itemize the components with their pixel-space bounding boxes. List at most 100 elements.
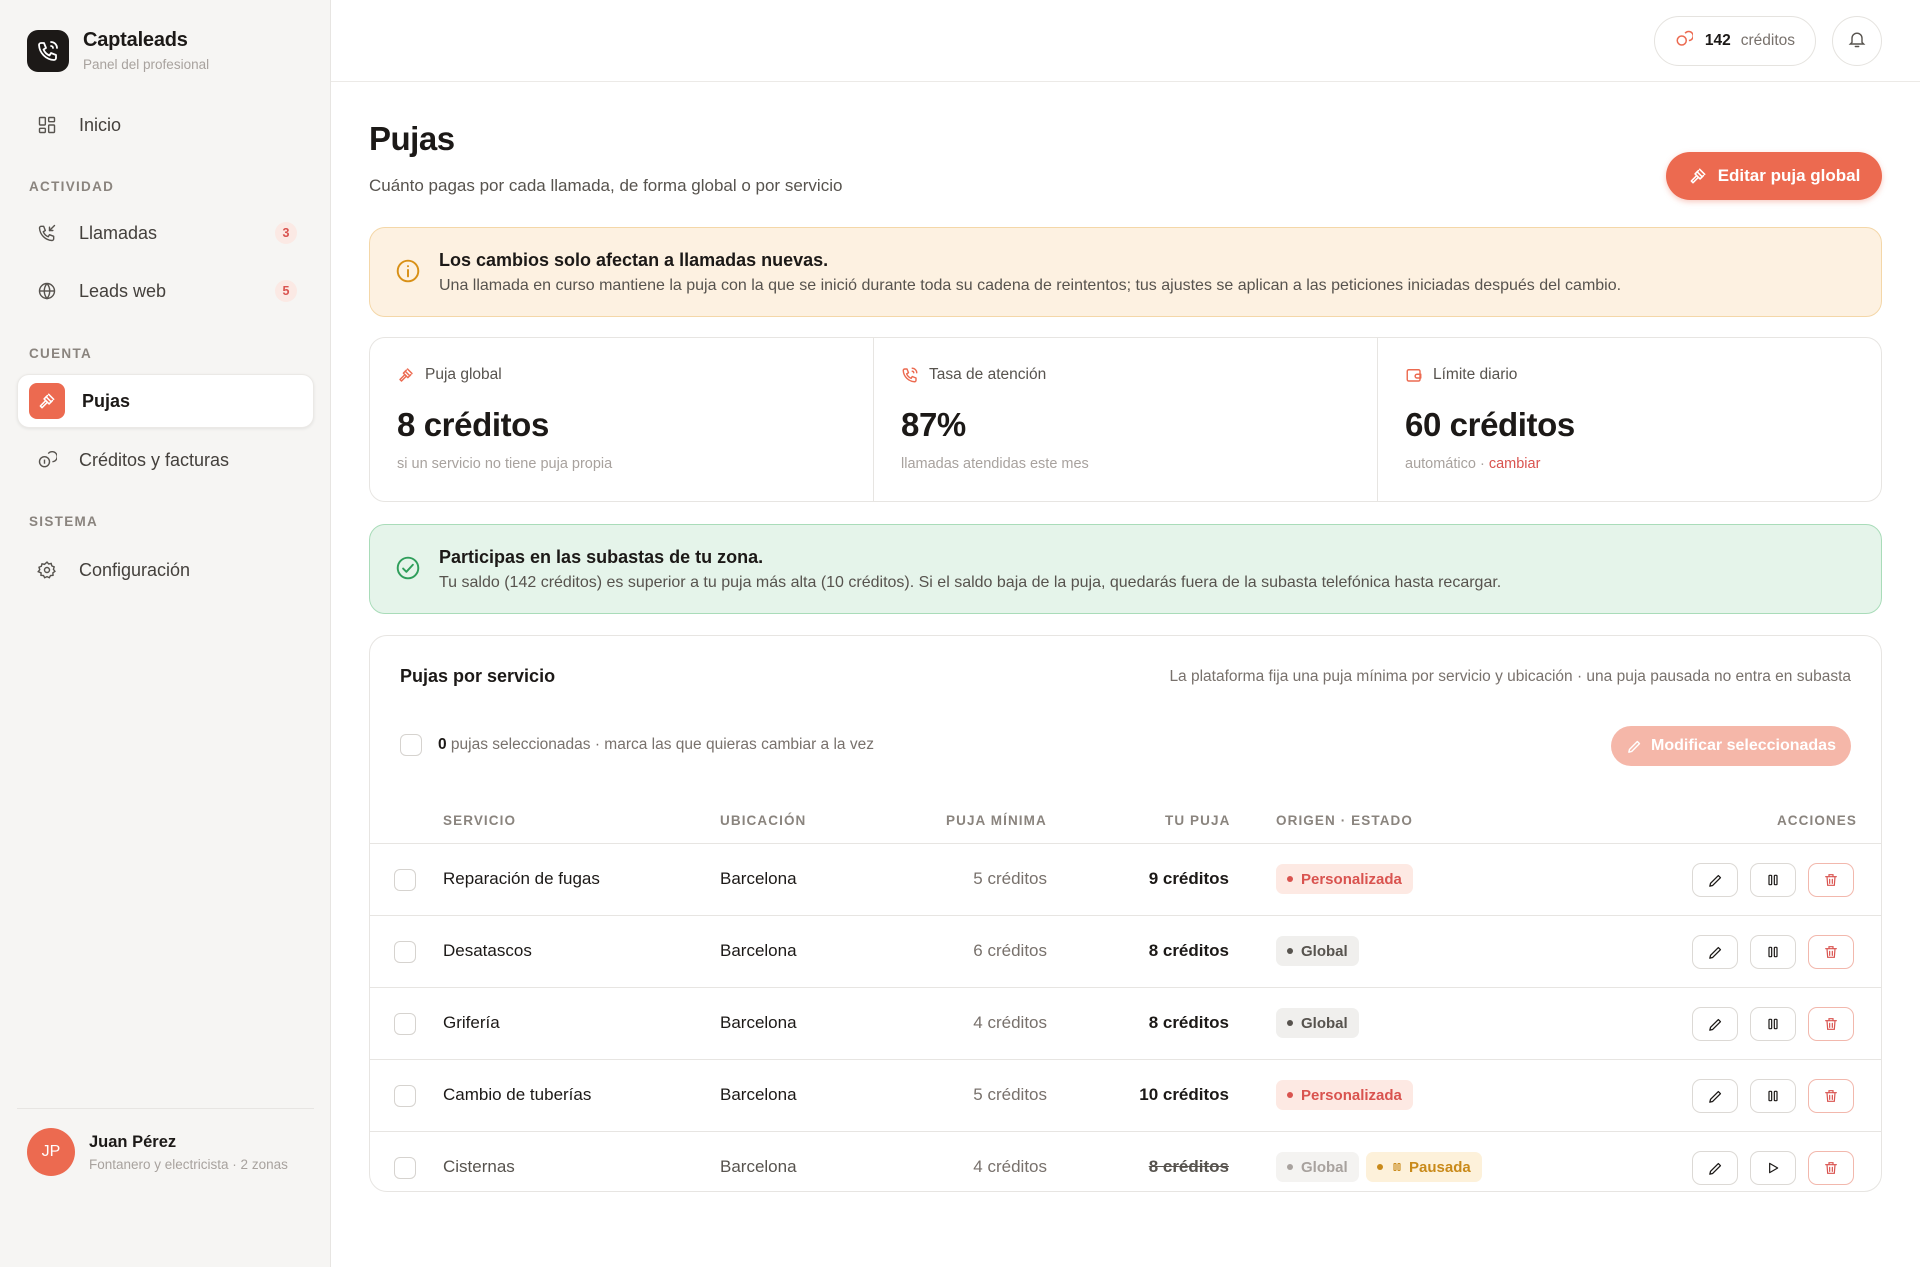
stat-foot: automático · cambiar (1405, 456, 1540, 472)
stat-global-bid: Puja global 8 créditos si un servicio no… (370, 338, 874, 501)
brand-subtitle: Panel del profesional (83, 57, 210, 72)
sidebar-item-web-leads[interactable]: Leads web 5 (17, 264, 314, 318)
stats-panel: Puja global 8 créditos si un servicio no… (369, 337, 1882, 502)
min-bid-cell: 5 créditos (973, 1085, 1047, 1104)
sidebar-item-label: Créditos y facturas (79, 449, 230, 470)
phone-icon (901, 366, 919, 384)
origin-badge: Global (1276, 1152, 1359, 1182)
sidebar-item-label: Inicio (79, 114, 122, 135)
stat-value: 8 créditos (397, 406, 549, 443)
bell-icon (1847, 29, 1867, 54)
delete-button[interactable] (1808, 863, 1854, 897)
success-body: Tu saldo (142 créditos) es superior a tu… (439, 574, 1502, 591)
row-checkbox[interactable] (394, 1013, 416, 1035)
trash-icon (1823, 944, 1839, 960)
trash-icon (1823, 1016, 1839, 1032)
pencil-icon (1707, 1160, 1724, 1177)
web-leads-count-badge: 5 (275, 280, 297, 302)
row-checkbox[interactable] (394, 1157, 416, 1179)
stat-value: 60 créditos (1405, 406, 1575, 443)
sidebar-item-label: Pujas (82, 390, 131, 411)
change-limit-link[interactable]: cambiar (1489, 456, 1541, 472)
pause-button[interactable] (1750, 1079, 1796, 1113)
table-row: Cambio de tuberías Barcelona 5 créditos … (370, 1060, 1881, 1132)
trash-icon (1823, 1160, 1839, 1176)
gavel-icon (29, 383, 65, 419)
warning-alert: Los cambios solo afectan a llamadas nuev… (369, 227, 1882, 317)
select-all-checkbox[interactable] (400, 734, 422, 756)
edit-button[interactable] (1692, 1079, 1738, 1113)
min-bid-cell: 4 créditos (973, 1157, 1047, 1176)
modify-selected-button[interactable]: Modificar seleccionadas (1611, 726, 1851, 766)
page-title: Pujas (369, 120, 455, 157)
pencil-icon (1707, 944, 1724, 961)
row-checkbox[interactable] (394, 869, 416, 891)
delete-button[interactable] (1808, 1007, 1854, 1041)
table-row: Cisternas Barcelona 4 créditos 8 crédito… (370, 1132, 1881, 1191)
origin-badge: Personalizada (1276, 1080, 1413, 1110)
your-bid-cell: 8 créditos (1148, 941, 1229, 960)
section-label-account: CUENTA (29, 346, 93, 361)
gear-icon (35, 558, 59, 582)
stat-value: 87% (901, 406, 966, 443)
gavel-icon (397, 366, 415, 384)
user-role: Fontanero y electricista · 2 zonas (89, 1156, 288, 1172)
grid-icon (35, 113, 59, 137)
edit-button[interactable] (1692, 1151, 1738, 1185)
column-header-actions: ACCIONES (1776, 813, 1857, 828)
edit-button[interactable] (1692, 863, 1738, 897)
sidebar-item-calls[interactable]: Llamadas 3 (17, 206, 314, 260)
min-bid-cell: 5 créditos (973, 869, 1047, 888)
pencil-icon (1707, 1088, 1724, 1105)
pause-button[interactable] (1750, 935, 1796, 969)
avatar: JP (27, 1128, 75, 1176)
sidebar-item-credits-invoices[interactable]: Créditos y facturas (17, 433, 314, 487)
origin-badge: Global (1276, 936, 1359, 966)
section-label-activity: ACTIVIDAD (29, 179, 115, 194)
selection-text: 0 pujas seleccionadas · marca las que qu… (438, 736, 874, 754)
delete-button[interactable] (1808, 1151, 1854, 1185)
column-header-your-bid: TU PUJA (1165, 813, 1231, 828)
your-bid-cell: 10 créditos (1139, 1085, 1229, 1104)
phone-incoming-icon (35, 221, 59, 245)
delete-button[interactable] (1808, 1079, 1854, 1113)
pause-button[interactable] (1750, 863, 1796, 897)
delete-button[interactable] (1808, 935, 1854, 969)
brand[interactable]: Captaleads Panel del profesional (27, 29, 209, 72)
pause-button[interactable] (1750, 1007, 1796, 1041)
stat-answer-rate: Tasa de atención 87% llamadas atendidas … (874, 338, 1378, 501)
sidebar-item-settings[interactable]: Configuración (17, 543, 314, 597)
edit-button[interactable] (1692, 935, 1738, 969)
page-subtitle: Cuánto pagas por cada llamada, de forma … (369, 176, 843, 195)
service-bids-card: Pujas por servicio La plataforma fija un… (369, 635, 1882, 1192)
sidebar-item-bids[interactable]: Pujas (17, 374, 314, 428)
card-title: Pujas por servicio (400, 666, 556, 686)
sidebar-item-label: Configuración (79, 559, 191, 580)
sidebar-item-home[interactable]: Inicio (17, 98, 314, 152)
sidebar: Captaleads Panel del profesional Inicio … (0, 0, 331, 1267)
credits-balance-button[interactable]: 142 créditos (1653, 16, 1816, 66)
pause-icon (1391, 1161, 1403, 1173)
sidebar-item-label: Llamadas (79, 222, 158, 243)
stat-foot-text: automático · (1405, 456, 1489, 472)
stat-label: Límite diario (1433, 366, 1518, 383)
selected-count: 0 (438, 736, 447, 753)
edit-global-bid-button[interactable]: Editar puja global (1666, 152, 1882, 200)
resume-button[interactable] (1750, 1151, 1796, 1185)
gavel-icon (1688, 166, 1708, 186)
row-checkbox[interactable] (394, 1085, 416, 1107)
stat-label: Tasa de atención (929, 366, 1047, 383)
location-cell: Barcelona (720, 1013, 797, 1032)
edit-button[interactable] (1692, 1007, 1738, 1041)
notifications-button[interactable] (1832, 16, 1882, 66)
pause-icon (1765, 872, 1781, 888)
your-bid-cell: 8 créditos (1148, 1157, 1229, 1176)
table-header: SERVICIO UBICACIÓN PUJA MÍNIMA TU PUJA O… (370, 796, 1881, 844)
calls-count-badge: 3 (275, 222, 297, 244)
pause-icon (1765, 1088, 1781, 1104)
user-profile[interactable]: JP Juan Pérez Fontanero y electricista ·… (27, 1128, 288, 1176)
stat-foot: llamadas atendidas este mes (901, 456, 1089, 472)
section-label-system: SISTEMA (29, 514, 99, 529)
origin-badge: Personalizada (1276, 864, 1413, 894)
row-checkbox[interactable] (394, 941, 416, 963)
